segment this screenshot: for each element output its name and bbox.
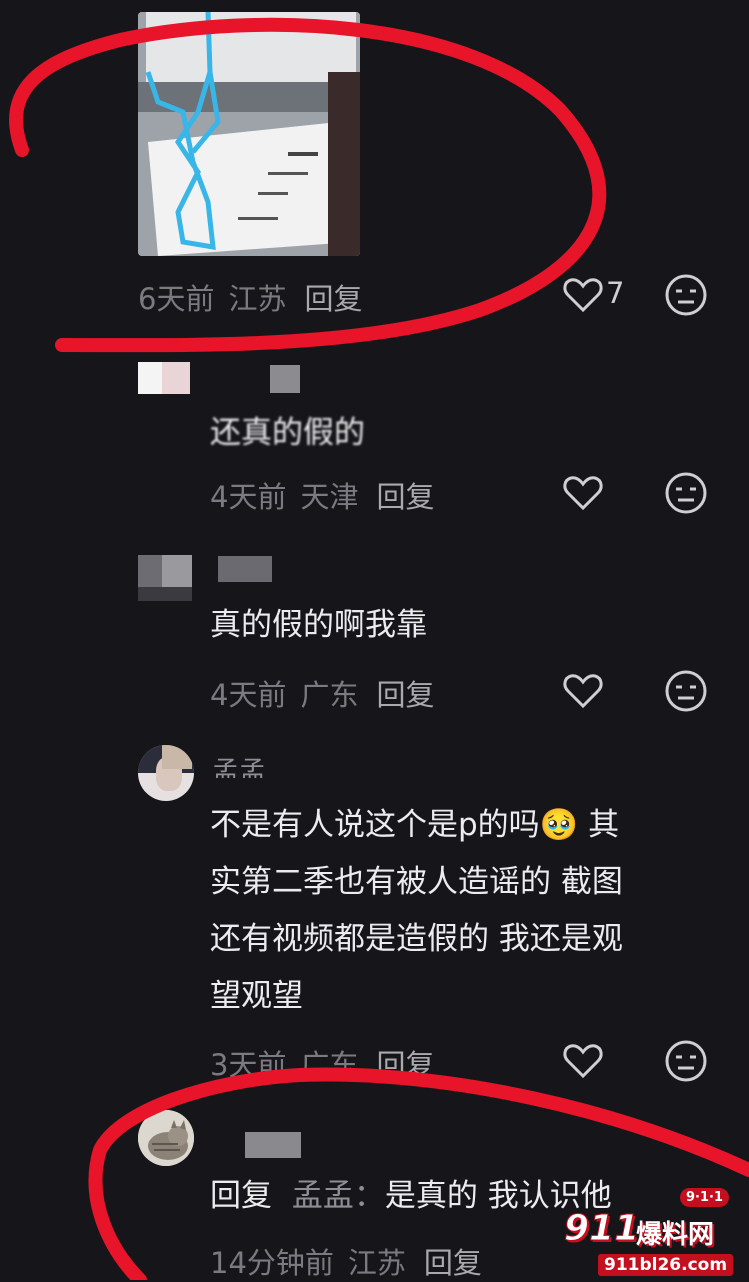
watermark-url: 911bl26.com <box>598 1254 734 1276</box>
watermark-badge: 9·1·1 <box>680 1188 730 1207</box>
watermark: 9·1·1 911 爆料网 911bl26.com <box>560 1188 749 1280</box>
annotation-circle-bottom <box>88 1067 749 1280</box>
watermark-number: 911 <box>563 1208 640 1250</box>
watermark-brand: 爆料网 <box>636 1220 715 1250</box>
